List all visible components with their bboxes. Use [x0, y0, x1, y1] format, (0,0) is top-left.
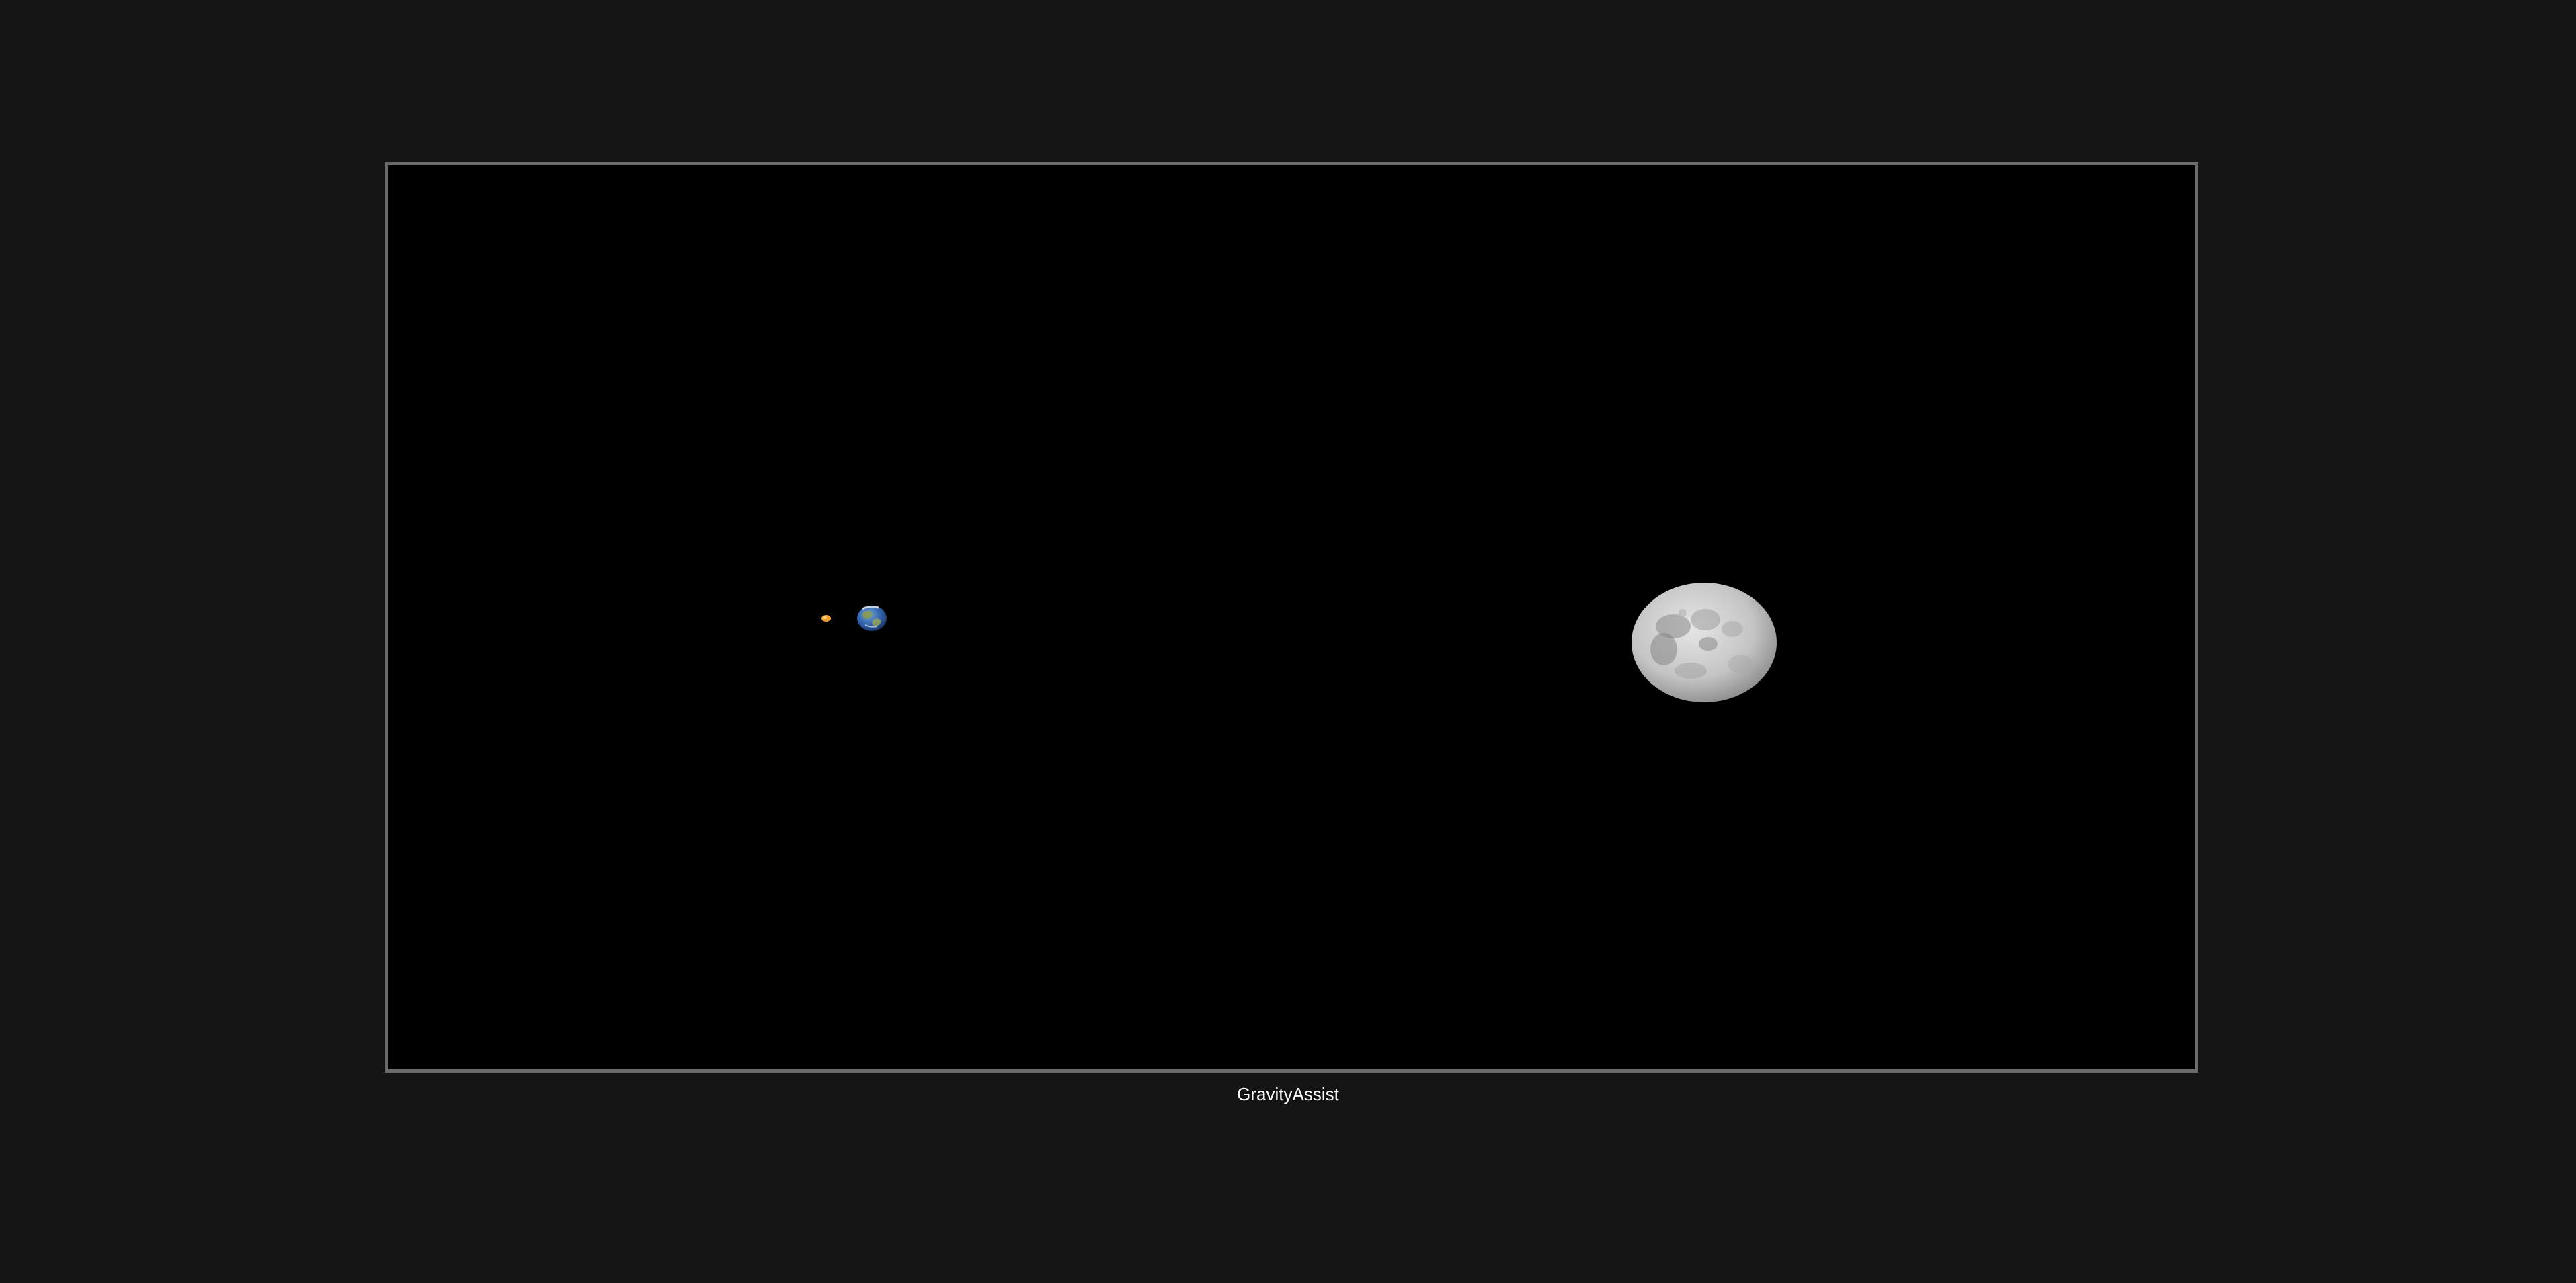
game-canvas[interactable]: [385, 162, 2198, 1073]
moon-icon: [1632, 583, 1777, 702]
spacecraft-icon: [821, 615, 831, 622]
game-page: GravityAssist: [0, 0, 2576, 1283]
game-title: GravityAssist: [1237, 1084, 1339, 1104]
earth-icon: [857, 605, 887, 631]
space-scene[interactable]: [388, 165, 2195, 1069]
